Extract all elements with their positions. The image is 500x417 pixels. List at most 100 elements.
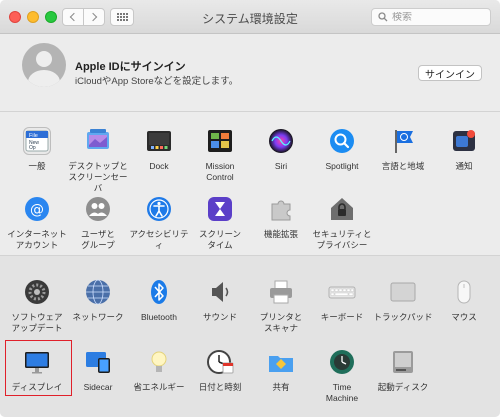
- chevron-right-icon: [88, 12, 98, 22]
- security-privacy-icon: [328, 195, 356, 223]
- pane-label: 共有: [272, 382, 290, 392]
- pane-internet-accounts[interactable]: @ インターネット アカウント: [6, 195, 68, 251]
- pane-label: デスクトップと スクリーンセーバ: [68, 161, 128, 193]
- pane-label: Sidecar: [83, 382, 113, 392]
- pane-displays[interactable]: ディスプレイ: [6, 348, 68, 393]
- bluetooth-icon: [145, 278, 173, 306]
- pane-users-groups[interactable]: ユーザと グループ: [67, 195, 129, 251]
- pane-date-time[interactable]: 日付と時刻: [189, 348, 251, 393]
- show-all-button[interactable]: [110, 8, 134, 26]
- pane-spotlight[interactable]: Spotlight: [311, 127, 373, 172]
- pane-keyboard[interactable]: キーボード: [311, 278, 373, 323]
- pane-extensions[interactable]: 機能拡張: [250, 195, 312, 240]
- startup-disk-icon: [389, 348, 417, 376]
- pane-label: 省エネルギー: [133, 382, 185, 392]
- pane-label: Mission Control: [205, 161, 235, 182]
- pane-printers-scanners[interactable]: プリンタと スキャナ: [250, 278, 312, 334]
- pane-sharing[interactable]: 共有: [250, 348, 312, 393]
- displays-icon: [23, 348, 51, 376]
- pane-label: ネットワーク: [72, 312, 124, 322]
- pane-label: サウンド: [202, 312, 237, 322]
- time-machine-icon: [328, 348, 356, 376]
- pane-label: 言語と地域: [381, 161, 425, 171]
- printers-scanners-icon: [267, 278, 295, 306]
- desktop-screensaver-icon: [84, 127, 112, 155]
- pane-network[interactable]: ネットワーク: [67, 278, 129, 323]
- notifications-icon: [450, 127, 478, 155]
- trackpad-icon: [389, 278, 417, 306]
- keyboard-icon: [328, 278, 356, 306]
- apple-id-subtitle: iCloudやApp Storeなどを設定します。: [75, 76, 239, 87]
- pane-accessibility[interactable]: アクセシビリティ: [128, 195, 190, 251]
- pane-screen-time[interactable]: スクリーン タイム: [189, 195, 251, 251]
- mission-control-icon: [206, 127, 234, 155]
- preferences-section-personal: File New Op 一般 デスクトップと スクリーンセーバ Dock Mis…: [0, 112, 500, 254]
- minimize-button[interactable]: [27, 11, 39, 23]
- system-preferences-window: システム環境設定 Apple IDにサインイン iCloudやApp Store…: [0, 0, 500, 417]
- screen-time-icon: [206, 195, 234, 223]
- svg-text:Op: Op: [29, 145, 36, 151]
- pane-label: トラックパッド: [373, 312, 433, 322]
- preferences-section-hardware: ソフトウェア アップデート ネットワーク Bluetooth サウンド プリンタ…: [0, 255, 500, 417]
- pane-desktop-screensaver[interactable]: デスクトップと スクリーンセーバ: [67, 127, 129, 194]
- pane-label: インターネット アカウント: [7, 229, 67, 250]
- chevron-left-icon: [69, 12, 79, 22]
- pane-label: スクリーン タイム: [198, 229, 242, 250]
- pane-sound[interactable]: サウンド: [189, 278, 251, 323]
- pane-security-privacy[interactable]: セキュリティと プライバシー: [311, 195, 373, 251]
- pane-startup-disk[interactable]: 起動ディスク: [372, 348, 434, 393]
- network-icon: [84, 278, 112, 306]
- forward-button[interactable]: [83, 8, 105, 26]
- pane-mouse[interactable]: マウス: [433, 278, 495, 323]
- svg-text:File: File: [29, 133, 38, 139]
- sharing-icon: [267, 348, 295, 376]
- pane-label: Dock: [149, 161, 169, 171]
- pane-label: プリンタと スキャナ: [259, 312, 303, 333]
- mouse-icon: [450, 278, 478, 306]
- pane-label: 一般: [28, 161, 46, 171]
- accessibility-icon: [145, 195, 173, 223]
- close-button[interactable]: [9, 11, 21, 23]
- internet-accounts-icon: @: [23, 195, 51, 223]
- pane-language-region[interactable]: 言語と地域: [372, 127, 434, 172]
- sound-icon: [206, 278, 234, 306]
- pane-label: Spotlight: [325, 161, 359, 171]
- avatar[interactable]: [22, 43, 66, 87]
- extensions-icon: [267, 195, 295, 223]
- pane-dock[interactable]: Dock: [128, 127, 190, 172]
- pane-siri[interactable]: Siri: [250, 127, 312, 172]
- pane-sidecar[interactable]: Sidecar: [67, 348, 129, 393]
- search-icon: [378, 12, 388, 22]
- general-icon: File New Op: [23, 127, 51, 155]
- pane-label: マウス: [451, 312, 477, 322]
- sidecar-icon: [84, 348, 112, 376]
- pane-label: 日付と時刻: [198, 382, 242, 392]
- pane-software-update[interactable]: ソフトウェア アップデート: [6, 278, 68, 334]
- back-button[interactable]: [62, 8, 84, 26]
- pane-trackpad[interactable]: トラックパッド: [372, 278, 434, 323]
- pane-general[interactable]: File New Op 一般: [6, 127, 68, 172]
- pane-label: 通知: [455, 161, 473, 171]
- apple-id-banner: Apple IDにサインイン iCloudやApp Storeなどを設定します。…: [0, 35, 500, 112]
- pane-time-machine[interactable]: Time Machine: [311, 348, 373, 404]
- users-groups-icon: [84, 195, 112, 223]
- pane-label: ソフトウェア アップデート: [11, 312, 63, 333]
- apple-id-title: Apple IDにサインイン: [75, 61, 186, 73]
- siri-icon: [267, 127, 295, 155]
- zoom-button[interactable]: [45, 11, 57, 23]
- dock-icon: [145, 127, 173, 155]
- pane-label: ユーザと グループ: [81, 229, 115, 250]
- pane-label: Siri: [274, 161, 288, 171]
- sign-in-button[interactable]: サインイン: [418, 65, 482, 81]
- pane-label: キーボード: [320, 312, 364, 322]
- pane-bluetooth[interactable]: Bluetooth: [128, 278, 190, 323]
- pane-mission-control[interactable]: Mission Control: [189, 127, 251, 183]
- pane-energy-saver[interactable]: 省エネルギー: [128, 348, 190, 393]
- pane-label: 起動ディスク: [377, 382, 429, 392]
- search-input[interactable]: [392, 11, 482, 23]
- software-update-icon: [23, 278, 51, 306]
- pane-notifications[interactable]: 通知: [433, 127, 495, 172]
- grid-icon: [116, 13, 128, 21]
- search-field[interactable]: [371, 8, 491, 26]
- energy-saver-icon: [145, 348, 173, 376]
